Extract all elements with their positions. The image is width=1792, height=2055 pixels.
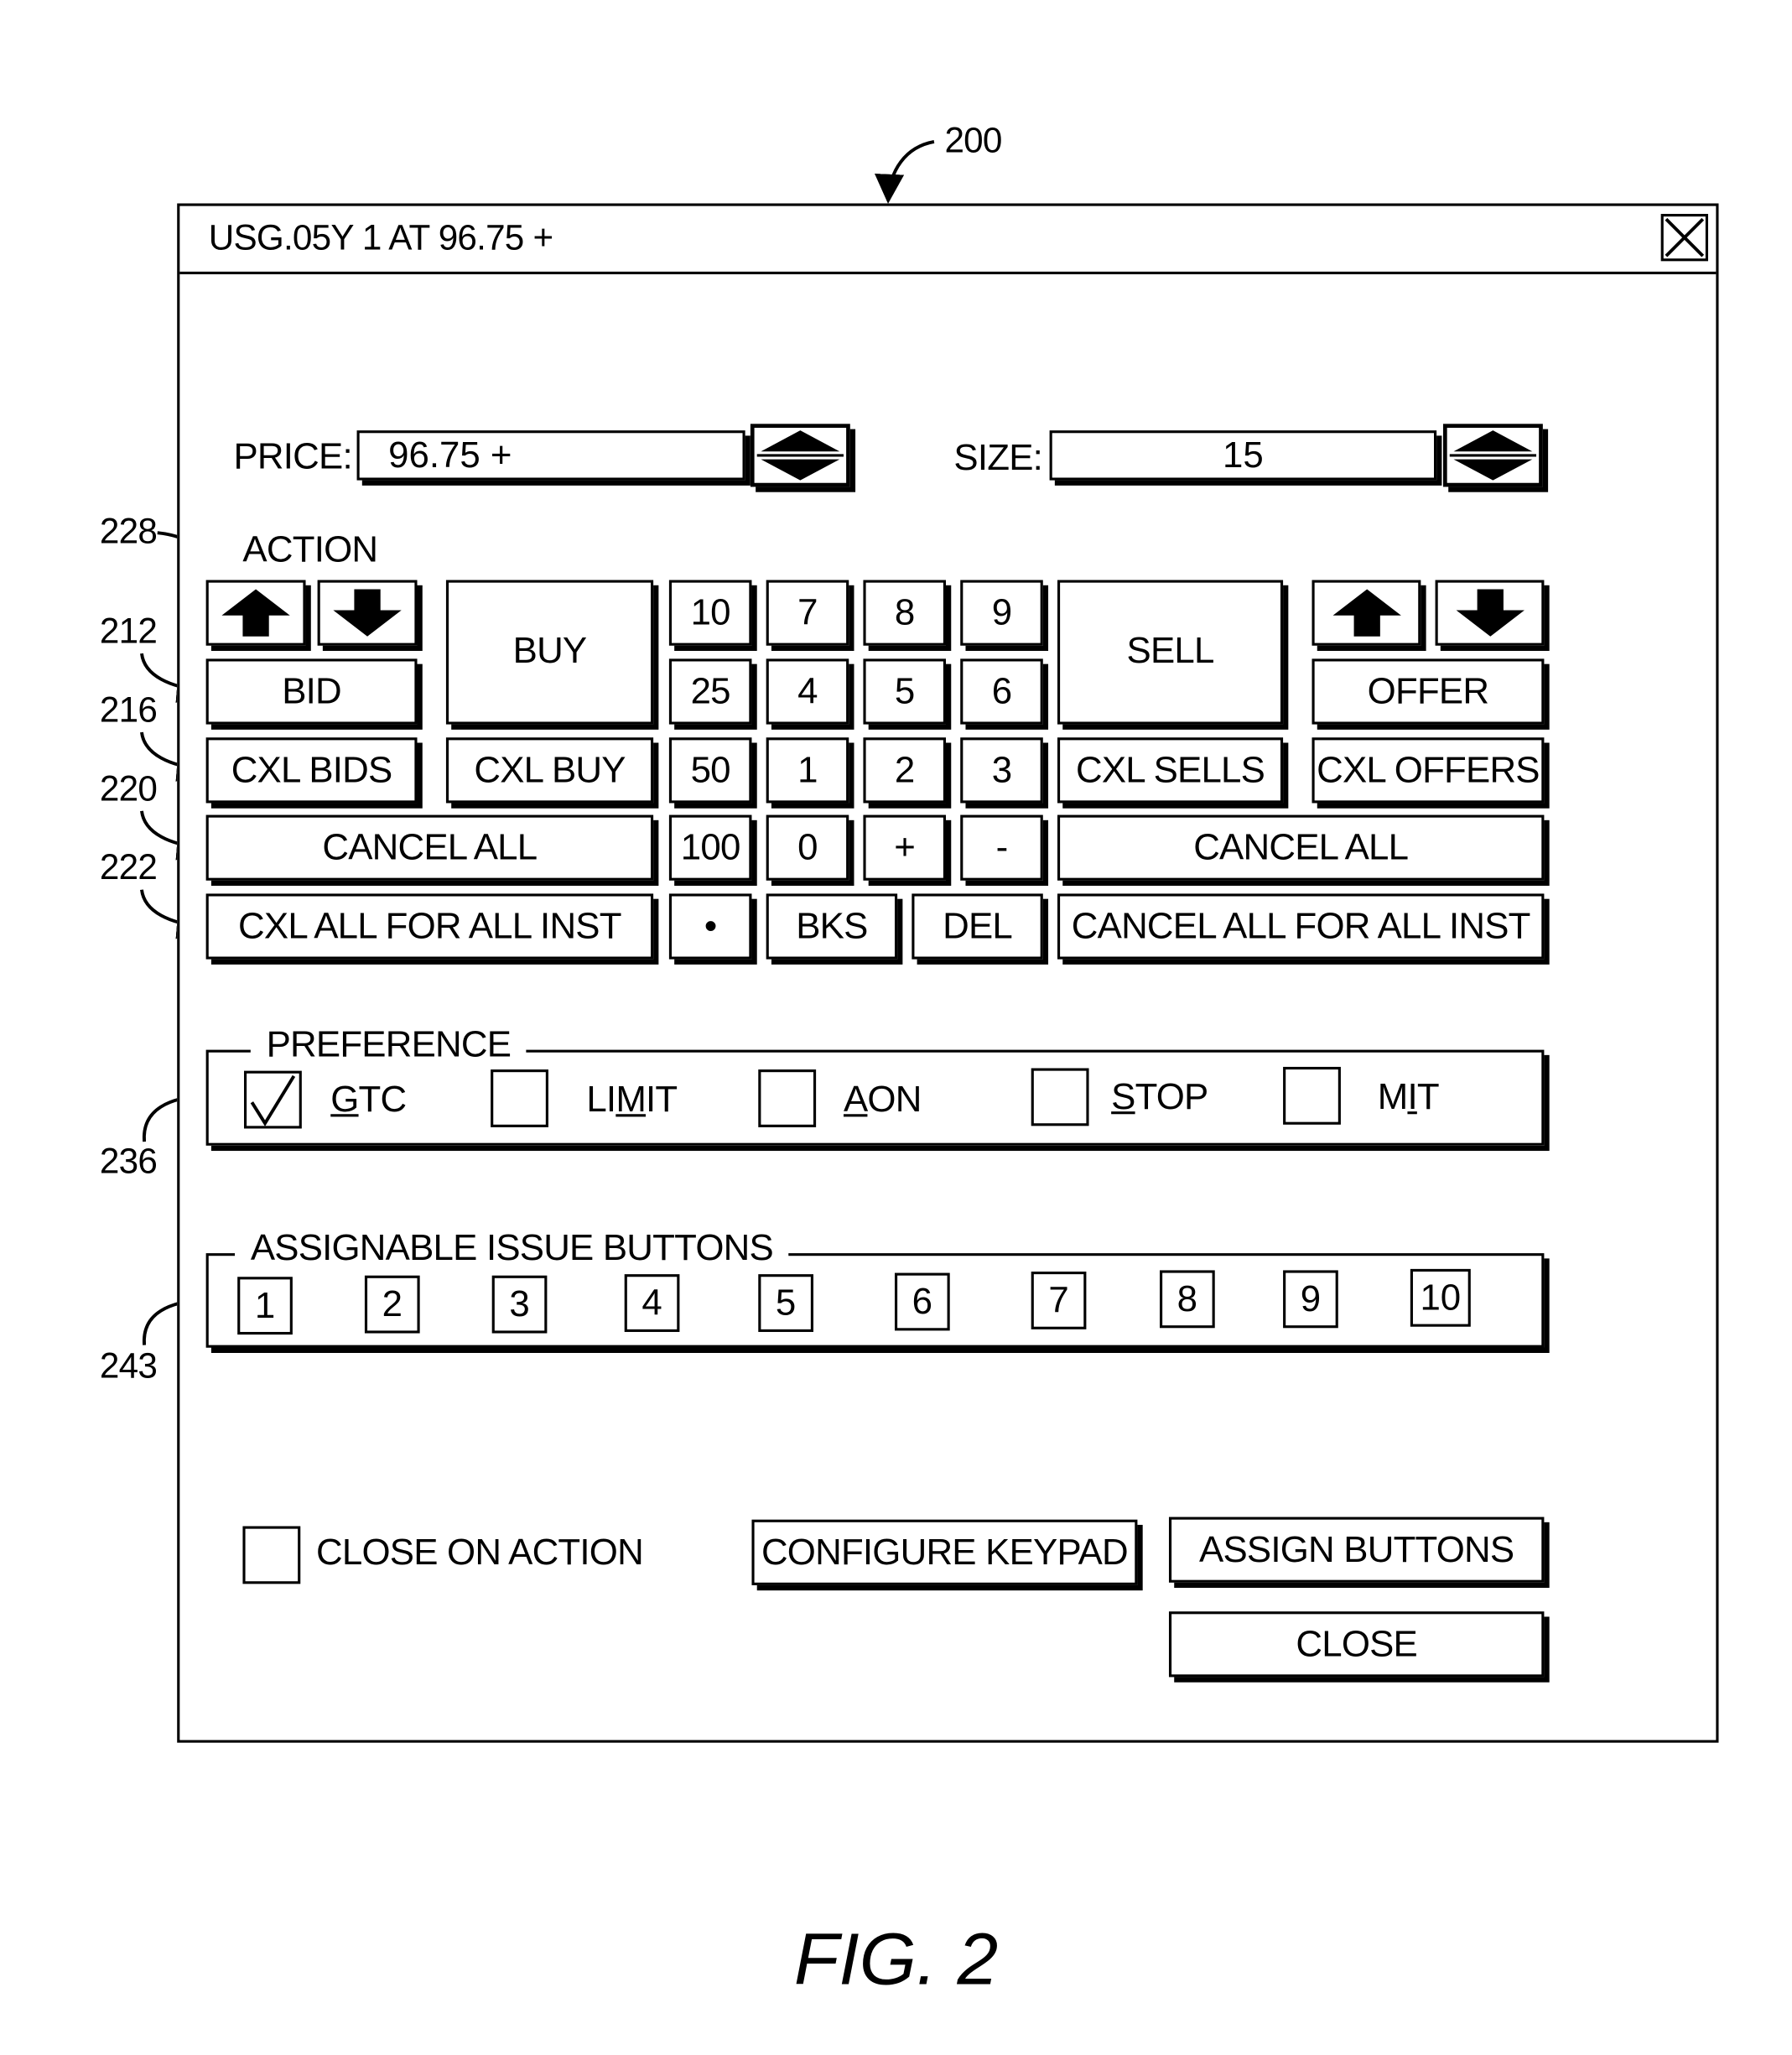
ref-243: 243 — [99, 1346, 158, 1386]
cxl-all-for-all-inst-button[interactable]: CXL ALL FOR ALL INST — [205, 893, 654, 960]
ref-212: 212 — [99, 611, 158, 651]
close-x-icon — [1665, 217, 1705, 258]
ref-222: 222 — [99, 847, 158, 887]
keypad-1[interactable]: 1 — [766, 737, 849, 804]
keypad-backspace[interactable]: BKS — [766, 893, 898, 960]
ref-220: 220 — [99, 768, 158, 809]
stop-label: STOP — [1111, 1075, 1208, 1117]
keypad-4[interactable]: 4 — [766, 658, 849, 725]
keypad-plus[interactable]: + — [863, 814, 947, 881]
limit-label: LIMIT — [586, 1079, 678, 1120]
bid-price-down-button[interactable] — [317, 580, 418, 646]
buy-button[interactable]: BUY — [445, 580, 654, 725]
keypad-5[interactable]: 5 — [863, 658, 947, 725]
aon-label: AON — [843, 1079, 922, 1120]
close-on-action-label: CLOSE ON ACTION — [316, 1531, 644, 1573]
arrow-down-icon — [1455, 589, 1524, 637]
gtc-checkbox[interactable] — [243, 1070, 302, 1129]
ref-200: 200 — [944, 120, 1002, 160]
size-input[interactable]: 15 — [1049, 430, 1437, 481]
mit-checkbox[interactable] — [1283, 1066, 1341, 1125]
ref-236: 236 — [99, 1142, 158, 1182]
cxl-bids-button[interactable]: CXL BIDS — [205, 737, 418, 804]
cancel-all-for-all-inst-button[interactable]: CANCEL ALL FOR ALL INST — [1057, 893, 1545, 960]
bid-button[interactable]: BID — [205, 658, 418, 725]
keypad-25[interactable]: 25 — [668, 658, 752, 725]
bid-price-up-button[interactable] — [205, 580, 306, 646]
offer-price-down-button[interactable] — [1435, 580, 1545, 646]
size-value: 15 — [1222, 434, 1264, 476]
leader-200 — [874, 140, 935, 204]
issue-button-2[interactable]: 2 — [364, 1275, 420, 1334]
title-bar: USG.05Y 1 AT 96.75 + — [179, 206, 1717, 274]
keypad-6[interactable]: 6 — [960, 658, 1043, 725]
keypad-10[interactable]: 10 — [668, 580, 752, 646]
keypad-decimal[interactable]: • — [668, 893, 752, 960]
arrow-up-icon — [221, 589, 290, 637]
arrow-up-icon — [1332, 589, 1401, 637]
size-label: SIZE: — [953, 436, 1043, 478]
issue-button-4[interactable]: 4 — [624, 1274, 680, 1332]
ref-216: 216 — [99, 689, 158, 730]
offer-price-up-button[interactable] — [1312, 580, 1421, 646]
keypad-delete[interactable]: DEL — [912, 893, 1043, 960]
patent-figure: 200 224 226 230 232 228 228 208 204 202 … — [0, 0, 1792, 2055]
configure-keypad-button[interactable]: CONFIGURE KEYPAD — [751, 1519, 1138, 1585]
issue-button-7[interactable]: 7 — [1031, 1272, 1087, 1329]
gtc-label: GTC — [330, 1079, 407, 1120]
keypad-100[interactable]: 100 — [668, 814, 752, 881]
keypad-3[interactable]: 3 — [960, 737, 1043, 804]
keypad-50[interactable]: 50 — [668, 737, 752, 804]
issue-button-8[interactable]: 8 — [1160, 1270, 1215, 1329]
preference-label: PREFERENCE — [250, 1023, 527, 1066]
up-down-spinner-icon — [1449, 430, 1537, 481]
issue-button-10[interactable]: 10 — [1410, 1268, 1471, 1327]
stop-checkbox[interactable] — [1031, 1068, 1089, 1126]
keypad-9[interactable]: 9 — [960, 580, 1043, 646]
up-down-spinner-icon — [756, 430, 844, 481]
cxl-offers-button[interactable]: CXL OFFERS — [1312, 737, 1545, 804]
keypad-0[interactable]: 0 — [766, 814, 849, 881]
issue-button-9[interactable]: 9 — [1283, 1270, 1338, 1329]
limit-checkbox[interactable] — [491, 1069, 548, 1127]
keypad-7[interactable]: 7 — [766, 580, 849, 646]
aon-checkbox[interactable] — [758, 1069, 817, 1127]
issue-button-6[interactable]: 6 — [894, 1272, 950, 1331]
checkmark-icon — [250, 1074, 296, 1126]
keypad-8[interactable]: 8 — [863, 580, 947, 646]
size-spinner[interactable] — [1442, 424, 1543, 487]
issue-button-5[interactable]: 5 — [758, 1274, 813, 1332]
cxl-buy-button[interactable]: CXL BUY — [445, 737, 654, 804]
price-spinner[interactable] — [750, 424, 850, 487]
keypad-2[interactable]: 2 — [863, 737, 947, 804]
cancel-all-buys-button[interactable]: CANCEL ALL — [205, 814, 654, 881]
close-button[interactable]: CLOSE — [1168, 1611, 1545, 1678]
sell-button[interactable]: SELL — [1057, 580, 1284, 725]
close-on-action-checkbox[interactable] — [242, 1526, 301, 1584]
figure-caption: FIG. 2 — [793, 1917, 999, 2000]
offer-button[interactable]: OFFER — [1312, 658, 1545, 725]
issue-button-3[interactable]: 3 — [491, 1275, 548, 1334]
price-input[interactable]: 96.75 + — [356, 430, 745, 481]
issue-button-1[interactable]: 1 — [237, 1277, 293, 1335]
window-title: USG.05Y 1 AT 96.75 + — [208, 217, 553, 258]
assignable-issue-buttons-label: ASSIGNABLE ISSUE BUTTONS — [235, 1226, 789, 1269]
action-label: ACTION — [242, 528, 378, 570]
price-value: 96.75 + — [388, 434, 512, 476]
cancel-all-sells-button[interactable]: CANCEL ALL — [1057, 814, 1545, 881]
ref-228: 228 — [99, 512, 158, 552]
mit-label: MIT — [1377, 1075, 1440, 1117]
close-window-button[interactable] — [1660, 214, 1708, 262]
keypad-minus[interactable]: - — [960, 814, 1043, 881]
price-label: PRICE: — [233, 435, 352, 476]
arrow-down-icon — [333, 589, 402, 637]
assign-buttons-button[interactable]: ASSIGN BUTTONS — [1168, 1517, 1545, 1583]
cxl-sells-button[interactable]: CXL SELLS — [1057, 737, 1284, 804]
